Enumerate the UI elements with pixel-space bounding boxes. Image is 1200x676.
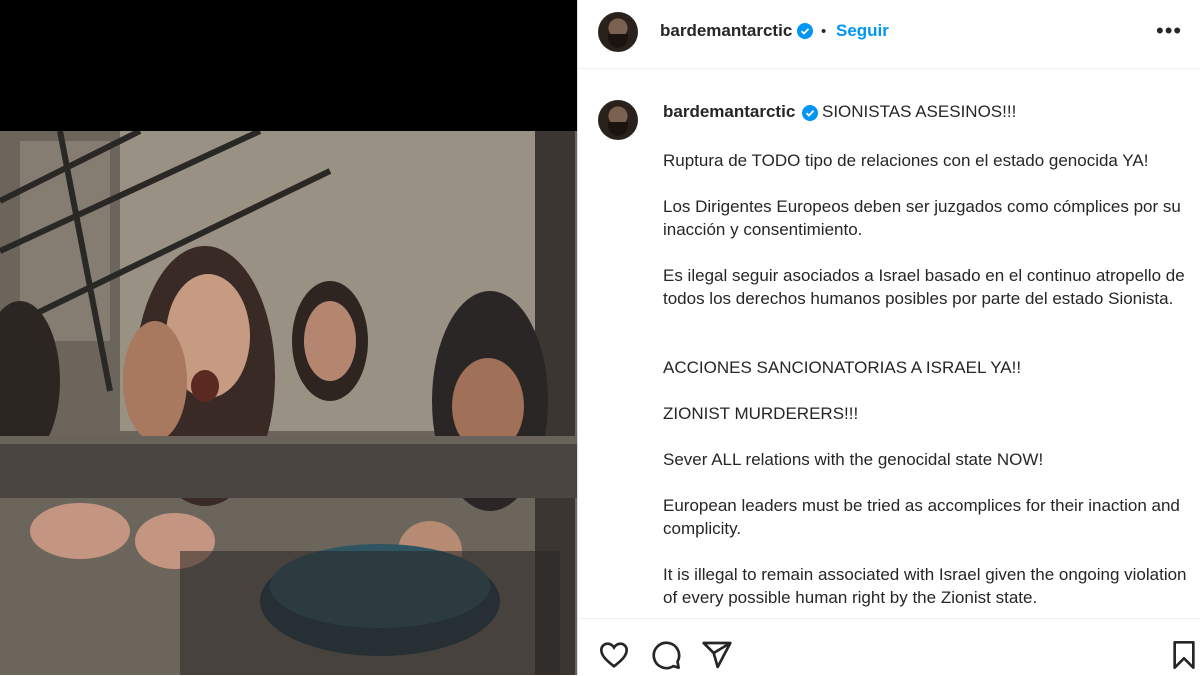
caption-title: SIONISTAS ASESINOS!!! (822, 102, 1017, 121)
author-avatar[interactable] (598, 12, 638, 52)
caption-paragraph: Es ilegal seguir asociados a Israel basa… (663, 266, 1185, 308)
caption-paragraph: ACCIONES SANCIONATORIAS A ISRAEL YA!! (663, 358, 1022, 377)
post-actions-bar (578, 618, 1200, 676)
caption-username[interactable]: bardemantarctic (663, 102, 795, 121)
post-media-panel (0, 0, 577, 675)
caption-first-line: bardemantarctic (663, 102, 795, 122)
verified-badge-icon (802, 105, 818, 121)
post-header: bardemantarctic • Seguir ••• (578, 0, 1200, 69)
separator-dot: • (821, 23, 827, 40)
more-options-icon[interactable]: ••• (1156, 18, 1182, 44)
comment-icon[interactable] (650, 639, 682, 671)
post-detail-panel: bardemantarctic • Seguir ••• bardemantar… (577, 0, 1200, 675)
author-username[interactable]: bardemantarctic (660, 21, 792, 41)
caption-paragraph: It is illegal to remain associated with … (663, 565, 1187, 607)
caption-paragraph: ZIONIST MURDERERS!!! (663, 404, 859, 423)
caption-paragraph: Ruptura de TODO tipo de relaciones con e… (663, 151, 1149, 170)
caption-paragraph: Sever ALL relations with the genocidal s… (663, 450, 1044, 469)
heart-icon[interactable] (598, 639, 630, 671)
post-photo[interactable] (0, 131, 577, 675)
caption-author-avatar[interactable] (598, 100, 638, 140)
paper-plane-icon[interactable] (701, 639, 733, 671)
caption-paragraph: Los Dirigentes Europeos deben ser juzgad… (663, 197, 1181, 239)
verified-badge-icon (797, 23, 813, 39)
caption-paragraph: European leaders must be tried as accomp… (663, 496, 1180, 538)
bookmark-icon[interactable] (1168, 639, 1200, 671)
photo-illustration (0, 131, 577, 675)
follow-button[interactable]: Seguir (836, 21, 889, 41)
